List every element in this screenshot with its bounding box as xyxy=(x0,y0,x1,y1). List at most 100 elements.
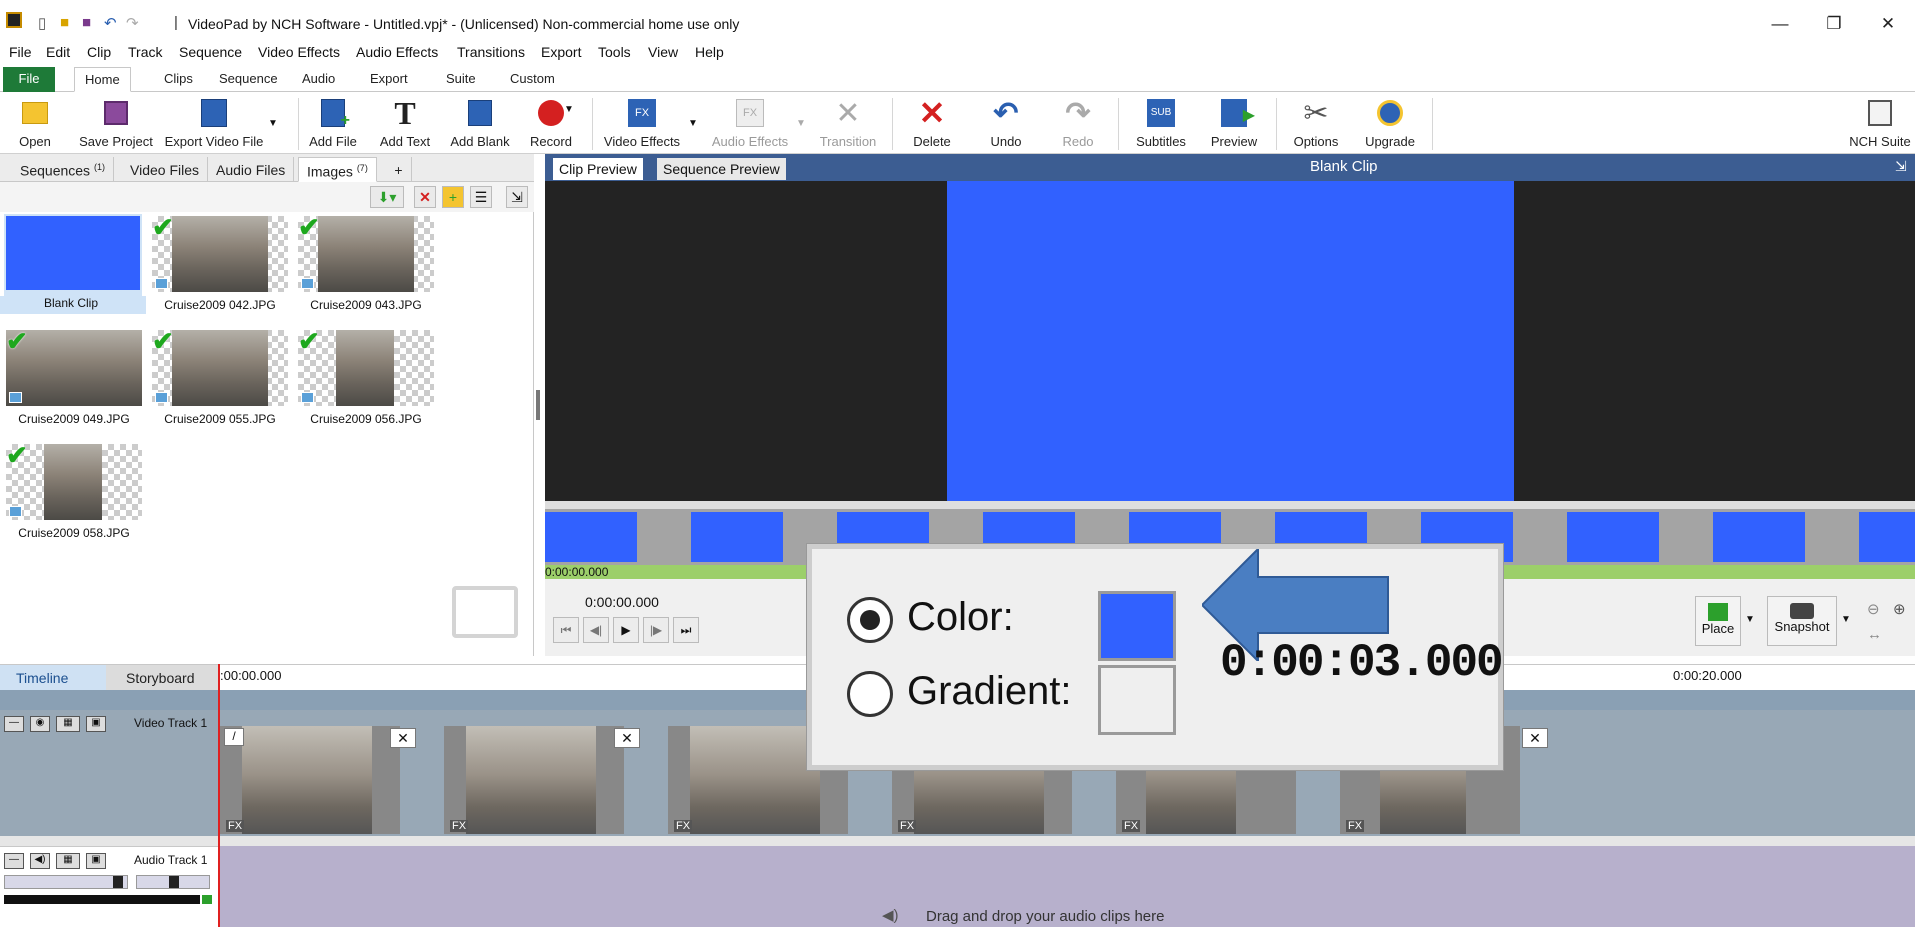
tab-home[interactable]: Home xyxy=(74,67,131,92)
gradient-radio[interactable] xyxy=(847,671,893,717)
video-effects-button[interactable]: FX Video Effects xyxy=(602,96,682,152)
save-project-button[interactable]: Save Project xyxy=(76,96,156,152)
clip-fx-label[interactable]: FX xyxy=(674,820,693,832)
pan-handle[interactable] xyxy=(169,876,179,888)
new-icon[interactable]: ▯ xyxy=(38,14,46,32)
list-item[interactable]: ✔ xyxy=(298,326,434,406)
list-item[interactable]: ✔ xyxy=(298,212,434,292)
collapse-track-icon[interactable]: — xyxy=(4,716,24,732)
speaker-icon[interactable]: ◀) xyxy=(30,853,50,869)
minimize-button[interactable]: — xyxy=(1760,10,1800,38)
snapshot-button[interactable]: Snapshot xyxy=(1767,596,1837,646)
redo-icon[interactable]: ↷ xyxy=(126,14,139,32)
step-back-button[interactable]: ◀| xyxy=(583,617,609,643)
tab-clips[interactable]: Clips xyxy=(154,67,203,92)
add-blank-button[interactable]: Add Blank xyxy=(448,96,512,152)
tab-images[interactable]: Images (7) xyxy=(298,157,377,182)
audio-effects-dropdown-icon[interactable]: ▼ xyxy=(796,118,806,129)
export-video-file-button[interactable]: Export Video File xyxy=(164,96,264,152)
export-dropdown-icon[interactable]: ▼ xyxy=(268,118,278,129)
list-view-icon[interactable]: ☰ xyxy=(470,186,492,208)
audio-track-area[interactable]: ◀) Drag and drop your audio clips here xyxy=(218,846,1915,927)
menu-file[interactable]: File xyxy=(9,44,32,60)
tab-audio-files[interactable]: Audio Files xyxy=(208,157,295,182)
remove-icon[interactable]: ✕ xyxy=(414,186,436,208)
tab-clip-preview[interactable]: Clip Preview xyxy=(553,158,643,180)
tab-audio[interactable]: Audio xyxy=(292,67,345,92)
gradient-swatch[interactable] xyxy=(1098,665,1176,735)
track-mode-icon[interactable]: ▦ xyxy=(56,716,80,732)
skip-start-button[interactable]: ⏮ xyxy=(553,617,579,643)
list-item[interactable]: ✔ xyxy=(6,326,142,406)
zoom-in-icon[interactable]: ⊕ xyxy=(1893,600,1906,618)
clip-fx-label[interactable]: FX xyxy=(226,820,245,832)
record-dropdown-icon[interactable]: ▼ xyxy=(564,104,574,115)
playhead[interactable] xyxy=(218,664,220,927)
transition-icon[interactable]: ✕ xyxy=(1522,728,1548,748)
clip-fx-label[interactable]: FX xyxy=(450,820,469,832)
menu-track[interactable]: Track xyxy=(128,44,162,60)
visibility-eye-icon[interactable]: ◉ xyxy=(30,716,50,732)
options-button[interactable]: ✂ Options xyxy=(1288,96,1344,152)
menu-view[interactable]: View xyxy=(648,44,678,60)
nch-suite-button[interactable]: NCH Suite xyxy=(1848,96,1912,152)
track-mode-icon[interactable]: ▦ xyxy=(56,853,80,869)
audio-effects-button[interactable]: FX Audio Effects xyxy=(708,96,792,152)
menu-clip[interactable]: Clip xyxy=(87,44,111,60)
timeline-clip[interactable]: FX ✕ xyxy=(444,726,640,834)
transition-button[interactable]: ✕ Transition xyxy=(816,96,880,152)
fit-width-icon[interactable]: ↔ xyxy=(1867,626,1882,643)
delete-button[interactable]: ✕ Delete xyxy=(904,95,960,152)
import-dropdown-icon[interactable]: ⬇▾ xyxy=(370,186,404,208)
add-folder-icon[interactable]: + xyxy=(442,186,464,208)
menu-export[interactable]: Export xyxy=(541,44,581,60)
video-effects-dropdown-icon[interactable]: ▼ xyxy=(688,118,698,129)
step-forward-button[interactable]: |▶ xyxy=(643,617,669,643)
transition-icon[interactable]: ✕ xyxy=(614,728,640,748)
snapshot-dropdown-icon[interactable]: ▼ xyxy=(1841,614,1851,625)
list-item[interactable]: ✔ xyxy=(152,212,288,292)
clip-fx-label[interactable]: FX xyxy=(1122,820,1141,832)
volume-slider[interactable] xyxy=(4,875,128,889)
color-swatch[interactable] xyxy=(1098,591,1176,661)
undock-icon[interactable]: ⇲ xyxy=(506,186,528,208)
tab-video-files[interactable]: Video Files xyxy=(122,157,209,182)
timeline-clip[interactable]: FX / ✕ xyxy=(220,726,416,834)
tab-file[interactable]: File xyxy=(3,67,55,92)
collapse-track-icon[interactable]: — xyxy=(4,853,24,869)
lock-icon[interactable]: ▣ xyxy=(86,716,106,732)
clip-fx-label[interactable]: FX xyxy=(898,820,917,832)
save-icon[interactable]: ■ xyxy=(82,14,91,31)
tab-timeline[interactable]: Timeline xyxy=(0,665,106,691)
list-item[interactable]: ✔ xyxy=(6,440,142,520)
tab-suite[interactable]: Suite xyxy=(436,67,486,92)
menu-sequence[interactable]: Sequence xyxy=(179,44,242,60)
volume-handle[interactable] xyxy=(113,876,123,888)
color-radio[interactable] xyxy=(847,597,893,643)
subtitles-button[interactable]: SUB Subtitles xyxy=(1128,96,1194,152)
undo-button[interactable]: ↶ Undo xyxy=(978,96,1034,152)
skip-end-button[interactable]: ⏭ xyxy=(673,617,699,643)
clip-fx-label[interactable]: FX xyxy=(1346,820,1365,832)
transition-icon[interactable]: ✕ xyxy=(390,728,416,748)
list-item[interactable]: ✔ xyxy=(152,326,288,406)
lock-icon[interactable]: ▣ xyxy=(86,853,106,869)
add-text-button[interactable]: T Add Text xyxy=(378,95,432,152)
add-file-button[interactable]: + Add File xyxy=(308,96,358,152)
place-dropdown-icon[interactable]: ▼ xyxy=(1745,614,1755,625)
tab-sequence-preview[interactable]: Sequence Preview xyxy=(657,158,786,180)
tab-storyboard[interactable]: Storyboard xyxy=(110,665,214,691)
menu-help[interactable]: Help xyxy=(695,44,724,60)
track-splitter[interactable] xyxy=(0,836,1915,846)
redo-button[interactable]: ↷ Redo xyxy=(1050,96,1106,152)
open-folder-icon[interactable]: ■ xyxy=(60,14,69,31)
menu-audio-effects[interactable]: Audio Effects xyxy=(356,44,438,60)
preview-screen[interactable] xyxy=(545,181,1915,501)
menu-edit[interactable]: Edit xyxy=(46,44,70,60)
list-item[interactable] xyxy=(4,214,142,296)
place-button[interactable]: Place xyxy=(1695,596,1741,646)
upgrade-button[interactable]: Upgrade xyxy=(1360,96,1420,152)
zoom-out-icon[interactable]: ⊖ xyxy=(1867,600,1880,618)
tab-sequences[interactable]: Sequences (1) xyxy=(12,157,114,182)
undock-preview-icon[interactable]: ⇲ xyxy=(1895,158,1907,175)
